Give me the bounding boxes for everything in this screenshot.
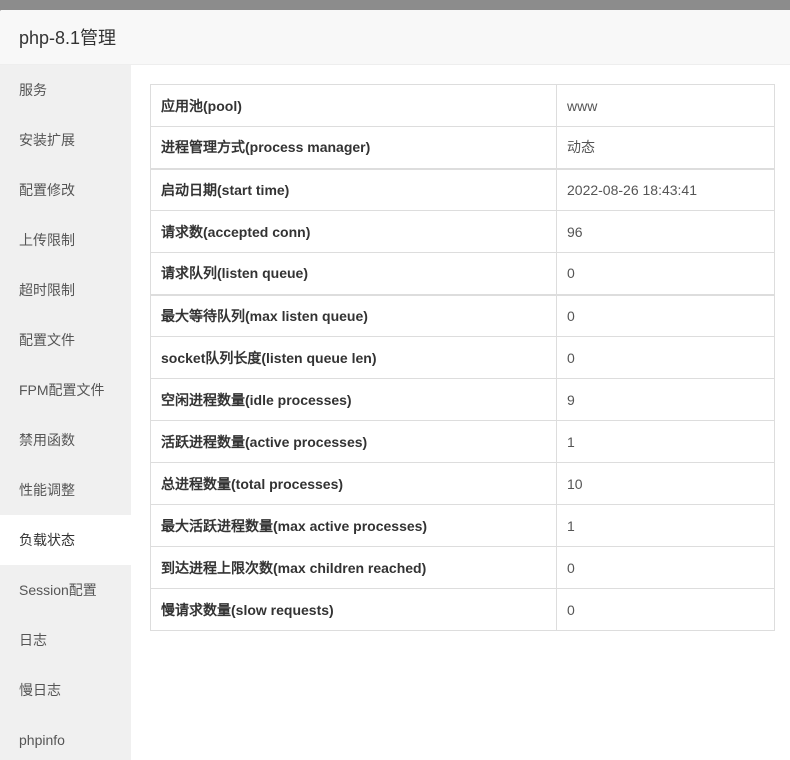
status-value: 1 (556, 504, 775, 547)
table-row: 应用池(pool) www (150, 84, 775, 127)
table-row: 空闲进程数量(idle processes) 9 (150, 378, 775, 421)
table-row: 慢请求数量(slow requests) 0 (150, 588, 775, 631)
status-value: 0 (556, 252, 775, 295)
table-row: socket队列长度(listen queue len) 0 (150, 336, 775, 379)
sidebar-item-slow-log[interactable]: 慢日志 (0, 665, 131, 715)
load-status-panel: 应用池(pool) www 进程管理方式(process manager) 动态… (131, 65, 790, 760)
status-key: 应用池(pool) (150, 84, 557, 127)
sidebar-item-config-edit[interactable]: 配置修改 (0, 165, 131, 215)
status-value: www (556, 84, 775, 127)
status-key: 进程管理方式(process manager) (150, 126, 557, 169)
sidebar-item-performance-tuning[interactable]: 性能调整 (0, 465, 131, 515)
status-value: 0 (556, 546, 775, 589)
table-row: 最大活跃进程数量(max active processes) 1 (150, 504, 775, 547)
status-key: socket队列长度(listen queue len) (150, 336, 557, 379)
status-value: 10 (556, 462, 775, 505)
sidebar-item-upload-limit[interactable]: 上传限制 (0, 215, 131, 265)
sidebar-item-load-status[interactable]: 负载状态 (0, 515, 131, 565)
table-row: 活跃进程数量(active processes) 1 (150, 420, 775, 463)
status-key: 空闲进程数量(idle processes) (150, 378, 557, 421)
sidebar-item-service[interactable]: 服务 (0, 65, 131, 115)
window-body: 服务 安装扩展 配置修改 上传限制 超时限制 配置文件 FPM配置文件 禁用函数… (0, 65, 790, 760)
sidebar-item-config-file[interactable]: 配置文件 (0, 315, 131, 365)
status-value: 0 (556, 293, 775, 337)
sidebar-item-disabled-functions[interactable]: 禁用函数 (0, 415, 131, 465)
status-key: 活跃进程数量(active processes) (150, 420, 557, 463)
status-key: 请求队列(listen queue) (150, 252, 557, 295)
status-table: 应用池(pool) www 进程管理方式(process manager) 动态… (150, 84, 775, 631)
status-key: 到达进程上限次数(max children reached) (150, 546, 557, 589)
status-value: 0 (556, 336, 775, 379)
status-key: 最大活跃进程数量(max active processes) (150, 504, 557, 547)
sidebar: 服务 安装扩展 配置修改 上传限制 超时限制 配置文件 FPM配置文件 禁用函数… (0, 65, 131, 760)
sidebar-item-phpinfo[interactable]: phpinfo (0, 715, 131, 760)
table-row: 请求队列(listen queue) 0 (150, 252, 775, 295)
sidebar-item-timeout-limit[interactable]: 超时限制 (0, 265, 131, 315)
status-key: 慢请求数量(slow requests) (150, 588, 557, 631)
status-value: 2022-08-26 18:43:41 (556, 167, 775, 211)
status-value: 1 (556, 420, 775, 463)
status-value: 9 (556, 378, 775, 421)
status-value: 96 (556, 210, 775, 253)
status-key: 总进程数量(total processes) (150, 462, 557, 505)
status-value: 0 (556, 588, 775, 631)
status-key: 启动日期(start time) (150, 167, 557, 211)
php-manager-window: php-8.1管理 服务 安装扩展 配置修改 上传限制 超时限制 配置文件 FP… (0, 10, 790, 760)
table-row: 到达进程上限次数(max children reached) 0 (150, 546, 775, 589)
sidebar-item-install-extensions[interactable]: 安装扩展 (0, 115, 131, 165)
status-value: 动态 (556, 126, 775, 169)
table-row: 启动日期(start time) 2022-08-26 18:43:41 (150, 167, 775, 211)
sidebar-item-fpm-config-file[interactable]: FPM配置文件 (0, 365, 131, 415)
status-key: 请求数(accepted conn) (150, 210, 557, 253)
table-row: 总进程数量(total processes) 10 (150, 462, 775, 505)
sidebar-item-log[interactable]: 日志 (0, 615, 131, 665)
status-key: 最大等待队列(max listen queue) (150, 293, 557, 337)
table-row: 请求数(accepted conn) 96 (150, 210, 775, 253)
sidebar-item-session-config[interactable]: Session配置 (0, 565, 131, 615)
window-title: php-8.1管理 (19, 28, 117, 48)
table-row: 最大等待队列(max listen queue) 0 (150, 293, 775, 337)
window-titlebar[interactable]: php-8.1管理 (0, 10, 790, 65)
table-row: 进程管理方式(process manager) 动态 (150, 126, 775, 169)
